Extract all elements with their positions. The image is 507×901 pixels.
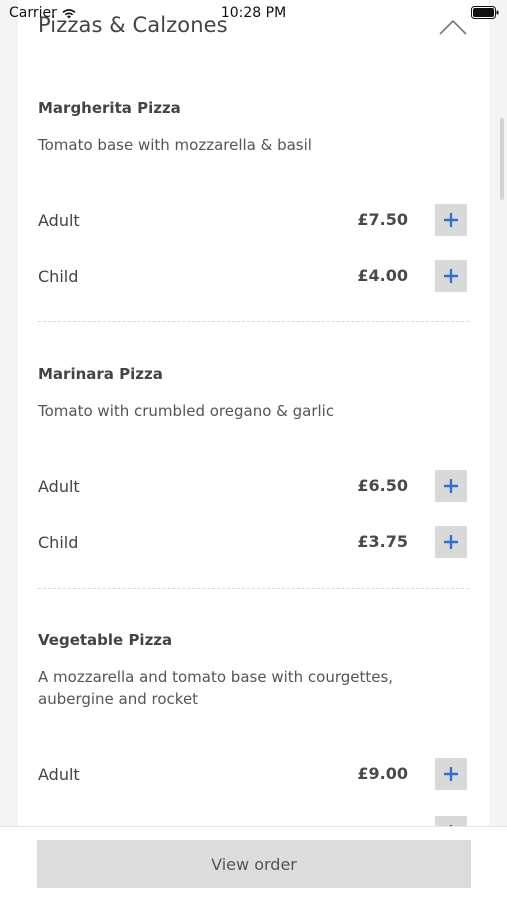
menu-item-margherita: Margherita Pizza Tomato base with mozzar… — [38, 99, 469, 299]
option-row-adult: Adult £7.50 — [38, 204, 469, 236]
divider — [38, 588, 469, 589]
add-button[interactable] — [435, 758, 467, 790]
add-button[interactable] — [435, 816, 467, 826]
option-row-child: Child £4.00 — [38, 260, 469, 292]
battery-icon — [471, 6, 499, 19]
item-name: Vegetable Pizza — [38, 631, 173, 649]
scrollbar[interactable] — [500, 118, 504, 200]
add-button[interactable] — [435, 526, 467, 558]
option-row-adult: Adult £6.50 — [38, 470, 469, 502]
option-price: £3.75 — [357, 532, 408, 551]
status-time: 10:28 PM — [220, 5, 287, 21]
option-label: Adult — [38, 765, 80, 784]
plus-icon — [444, 479, 458, 493]
plus-icon — [444, 535, 458, 549]
option-label: Child — [38, 533, 79, 552]
option-price: £4.00 — [357, 266, 408, 285]
item-name: Marinara Pizza — [38, 365, 163, 383]
add-button[interactable] — [435, 470, 467, 502]
status-bar: Carrier 10:28 PM — [0, 0, 507, 26]
option-label: Adult — [38, 211, 80, 230]
option-label: Adult — [38, 477, 80, 496]
menu-item-vegetable: Vegetable Pizza A mozzarella and tomato … — [38, 631, 469, 826]
view-order-button[interactable]: View order — [37, 840, 471, 888]
divider — [38, 321, 469, 322]
add-button[interactable] — [435, 204, 467, 236]
item-description: Tomato with crumbled oregano & garlic — [38, 402, 335, 420]
item-name: Margherita Pizza — [38, 99, 181, 117]
item-description: A mozzarella and tomato base with courge… — [38, 668, 394, 708]
plus-icon — [444, 269, 458, 283]
option-row-adult: Adult £9.00 — [38, 758, 469, 790]
menu-section-card: Pizzas & Calzones Margherita Pizza Tomat… — [18, 0, 489, 826]
plus-icon — [444, 767, 458, 781]
option-price: £6.50 — [357, 476, 408, 495]
bottom-bar: View order — [0, 826, 507, 901]
add-button[interactable] — [435, 260, 467, 292]
option-label: Child — [38, 267, 79, 286]
option-price: £9.00 — [357, 764, 408, 783]
option-row-child: Child £3.75 — [38, 526, 469, 558]
item-description: Tomato base with mozzarella & basil — [38, 136, 312, 154]
plus-icon — [444, 213, 458, 227]
option-price: £7.50 — [357, 210, 408, 229]
option-row-partial — [38, 816, 469, 826]
menu-item-marinara: Marinara Pizza Tomato with crumbled oreg… — [38, 365, 469, 565]
